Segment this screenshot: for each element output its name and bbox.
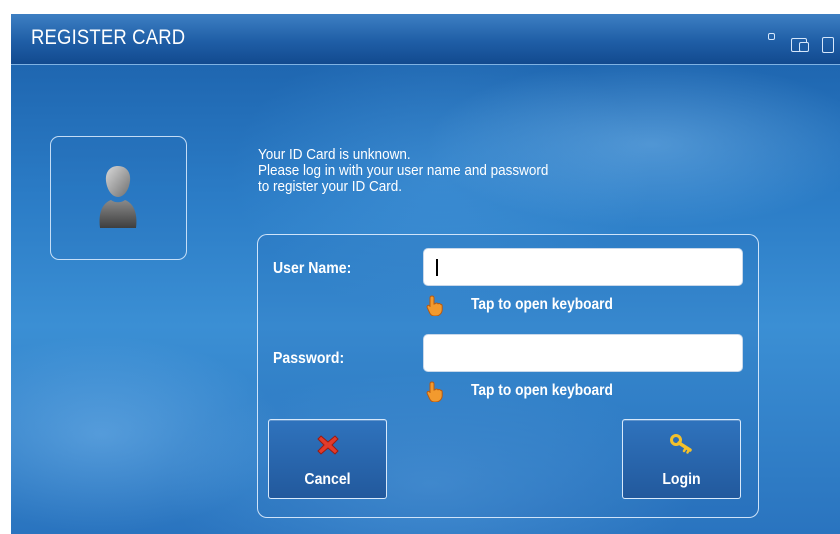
- user-silhouette-icon: [99, 166, 137, 228]
- message-line: Your ID Card is unknown.: [258, 146, 411, 163]
- pointing-hand-icon: [426, 381, 443, 402]
- window-edge-icon[interactable]: [822, 37, 834, 53]
- hint-text: Tap to open keyboard: [471, 382, 613, 399]
- register-card-screen: REGISTER CARD Your ID Card is unknown. P…: [11, 14, 840, 534]
- windows-overlap-icon: [799, 42, 809, 52]
- text-caret: [436, 259, 438, 276]
- login-label: Login: [662, 471, 701, 488]
- window-title: REGISTER CARD: [31, 26, 186, 49]
- login-button[interactable]: Login: [622, 419, 741, 499]
- title-bar: REGISTER CARD: [11, 14, 840, 65]
- window-controls: [768, 30, 840, 54]
- username-input[interactable]: [423, 248, 743, 286]
- cancel-button[interactable]: Cancel: [268, 419, 387, 499]
- pointing-hand-icon: [426, 295, 443, 316]
- password-label: Password:: [273, 350, 345, 367]
- user-avatar-box: [50, 136, 187, 260]
- login-form: User Name: Tap to open keyboard Password…: [257, 234, 759, 518]
- unknown-card-message: Your ID Card is unknown. Please log in w…: [258, 147, 548, 195]
- password-input[interactable]: [423, 334, 743, 372]
- message-line: to register your ID Card.: [258, 178, 403, 195]
- message-line: Please log in with your user name and pa…: [258, 162, 549, 179]
- key-icon: [669, 434, 692, 454]
- hint-text: Tap to open keyboard: [471, 296, 613, 313]
- small-square-icon[interactable]: [768, 33, 775, 40]
- cancel-label: Cancel: [304, 471, 351, 488]
- username-label: User Name:: [273, 260, 352, 277]
- red-x-icon: [316, 435, 339, 455]
